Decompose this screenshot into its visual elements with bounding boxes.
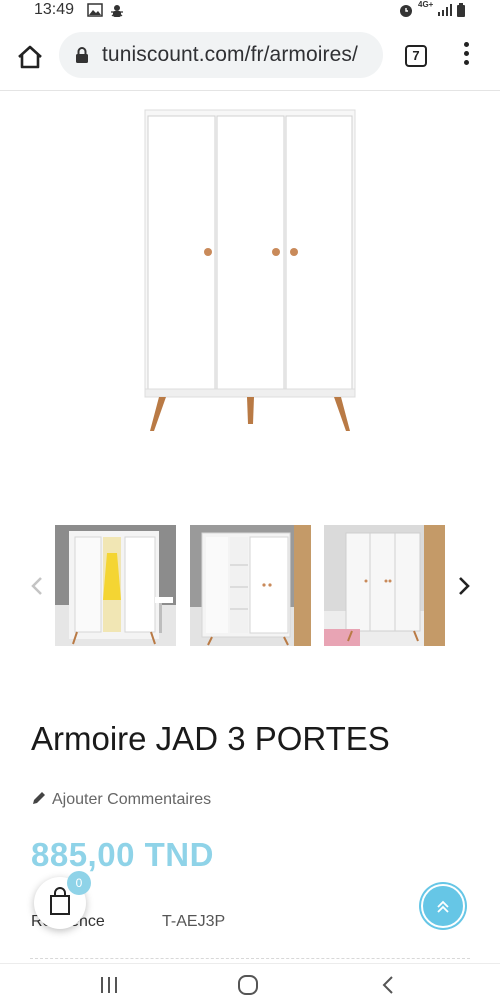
signal-icon [438,4,452,16]
url-text: tuniscount.com/fr/armoires/ [102,43,358,66]
thumbnail-1[interactable] [55,525,176,646]
gallery-next-arrow-icon[interactable] [455,574,473,598]
thumbnail-2[interactable] [190,525,311,646]
lock-icon [76,47,88,63]
add-comment-label: Ajouter Commentaires [52,791,212,808]
double-chevron-up-icon [437,900,449,913]
status-bar: 13:49 4G+ [0,0,500,22]
product-title: Armoire JAD 3 PORTES [31,720,390,757]
alarm-icon [400,5,412,17]
address-bar[interactable]: tuniscount.com/fr/armoires/ [59,32,383,78]
bug-notification-icon [111,5,123,17]
home-nav-icon[interactable] [233,974,263,996]
divider [30,958,470,959]
recent-apps-icon[interactable] [94,974,124,996]
thumbnail-3[interactable] [324,525,445,646]
network-type: 4G+ [418,0,434,9]
more-options-icon[interactable] [456,42,476,70]
status-time: 13:49 [34,1,75,18]
gallery-prev-arrow-icon[interactable] [28,574,46,598]
pencil-icon [33,792,45,804]
reference-value: T-AEJ3P [162,913,226,930]
scroll-top-button[interactable] [421,884,465,928]
product-main-image[interactable] [135,106,365,436]
browser-toolbar: tuniscount.com/fr/armoires/ 7 [0,22,500,91]
system-nav-bar [0,963,500,1004]
gallery-notification-icon [87,3,103,17]
battery-icon [457,3,465,17]
back-nav-icon[interactable] [373,974,403,996]
add-comment-link[interactable]: Ajouter Commentaires [31,790,211,809]
cart-count-badge: 0 [67,871,91,895]
tab-switcher-button[interactable]: 7 [405,45,427,67]
product-price: 885,00 TND [31,836,214,873]
home-icon[interactable] [16,44,44,70]
